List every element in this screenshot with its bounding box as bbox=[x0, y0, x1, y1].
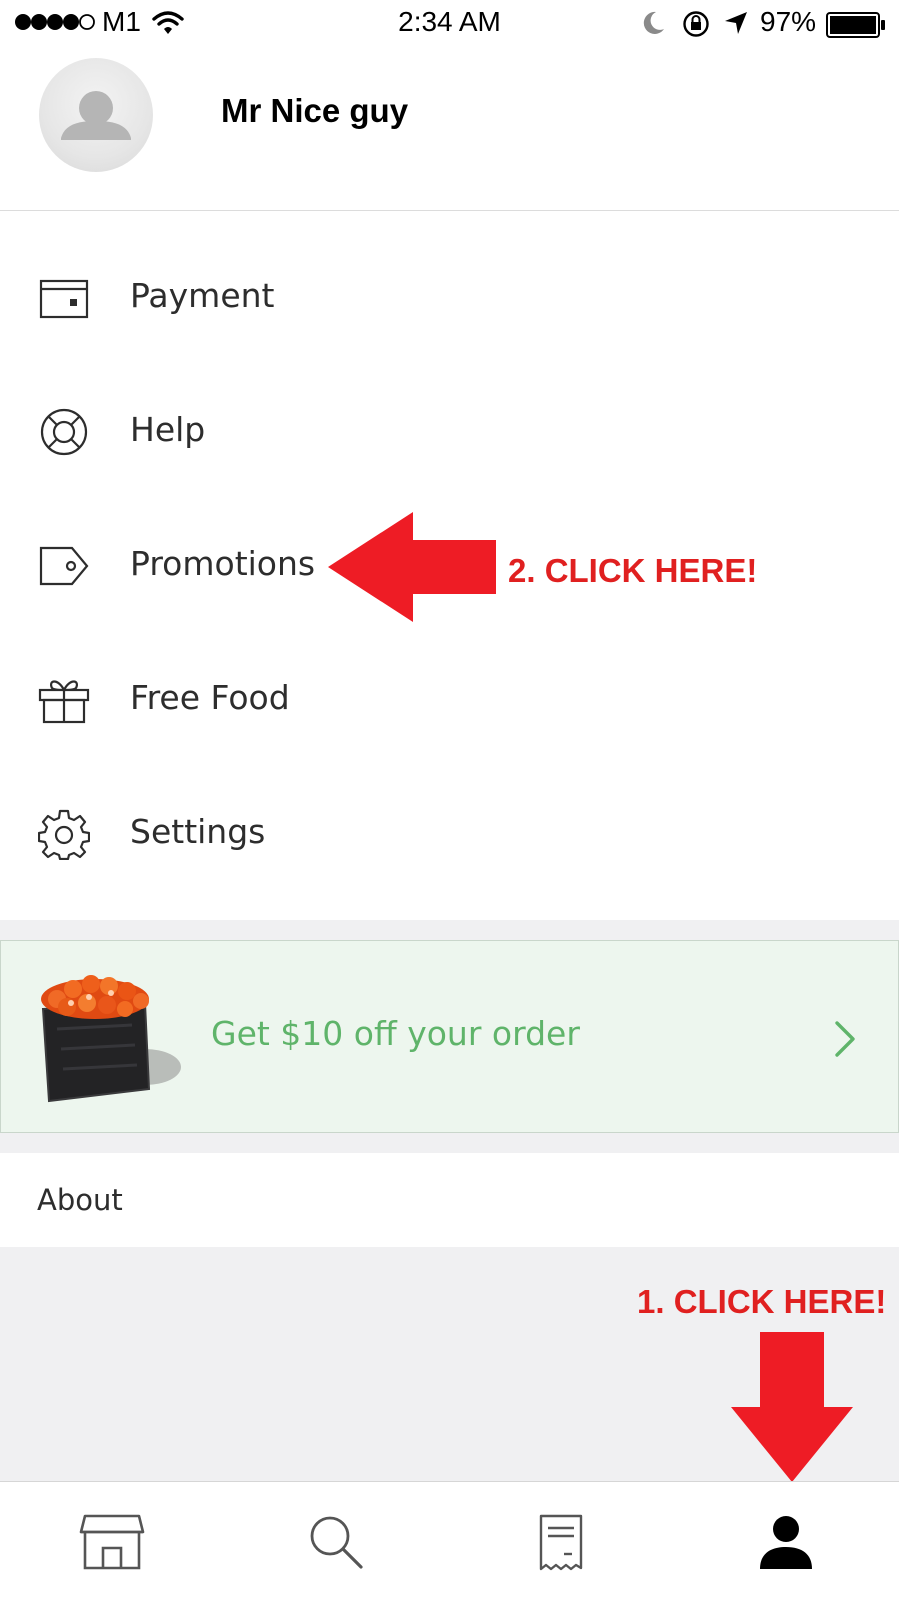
wallet-icon bbox=[39, 279, 89, 319]
gift-icon bbox=[38, 680, 90, 724]
menu-item-label: Promotions bbox=[130, 544, 316, 583]
annotation-step-1: 1. CLICK HERE! bbox=[637, 1283, 887, 1320]
tab-account[interactable] bbox=[674, 1482, 898, 1601]
avatar[interactable] bbox=[39, 58, 153, 172]
section-separator bbox=[0, 1133, 899, 1153]
location-arrow-icon bbox=[725, 12, 747, 34]
battery-icon bbox=[826, 12, 885, 38]
chevron-right-icon bbox=[835, 1021, 855, 1057]
tab-home[interactable] bbox=[0, 1482, 224, 1601]
lifebuoy-icon bbox=[40, 408, 88, 456]
receipt-icon bbox=[539, 1514, 583, 1571]
tag-icon bbox=[39, 546, 89, 586]
menu-item-settings[interactable]: Settings bbox=[0, 766, 899, 900]
promo-text: Get $10 off your order bbox=[211, 1014, 580, 1053]
menu-item-free-food[interactable]: Free Food bbox=[0, 632, 899, 766]
status-bar: M1 2:34 AM 97% bbox=[0, 0, 899, 50]
account-icon bbox=[760, 1516, 812, 1569]
about-row[interactable] bbox=[0, 1153, 899, 1247]
store-icon bbox=[79, 1514, 145, 1570]
about-label: About bbox=[37, 1183, 123, 1217]
user-placeholder-icon bbox=[61, 91, 131, 140]
annotation-step-2: 2. CLICK HERE! bbox=[508, 552, 758, 589]
rotation-lock-icon bbox=[683, 11, 709, 37]
divider bbox=[0, 210, 899, 211]
menu-item-label: Free Food bbox=[130, 678, 290, 717]
gear-icon bbox=[38, 809, 90, 860]
battery-percentage: 97% bbox=[760, 6, 817, 37]
tab-orders[interactable] bbox=[449, 1482, 673, 1601]
menu-item-help[interactable]: Help bbox=[0, 364, 899, 498]
profile-name[interactable]: Mr Nice guy bbox=[221, 92, 408, 130]
sushi-image-icon bbox=[41, 975, 181, 1103]
search-icon bbox=[310, 1516, 363, 1569]
section-separator bbox=[0, 920, 899, 940]
tab-bar bbox=[0, 1481, 899, 1601]
annotation-arrow-left bbox=[328, 512, 496, 622]
menu-item-label: Help bbox=[130, 410, 206, 449]
do-not-disturb-icon bbox=[643, 11, 664, 34]
tab-search[interactable] bbox=[224, 1482, 448, 1601]
menu-item-payment[interactable]: Payment bbox=[0, 230, 899, 364]
annotation-arrow-down bbox=[731, 1332, 853, 1482]
menu-item-label: Settings bbox=[130, 812, 266, 851]
menu-item-label: Payment bbox=[130, 276, 275, 315]
